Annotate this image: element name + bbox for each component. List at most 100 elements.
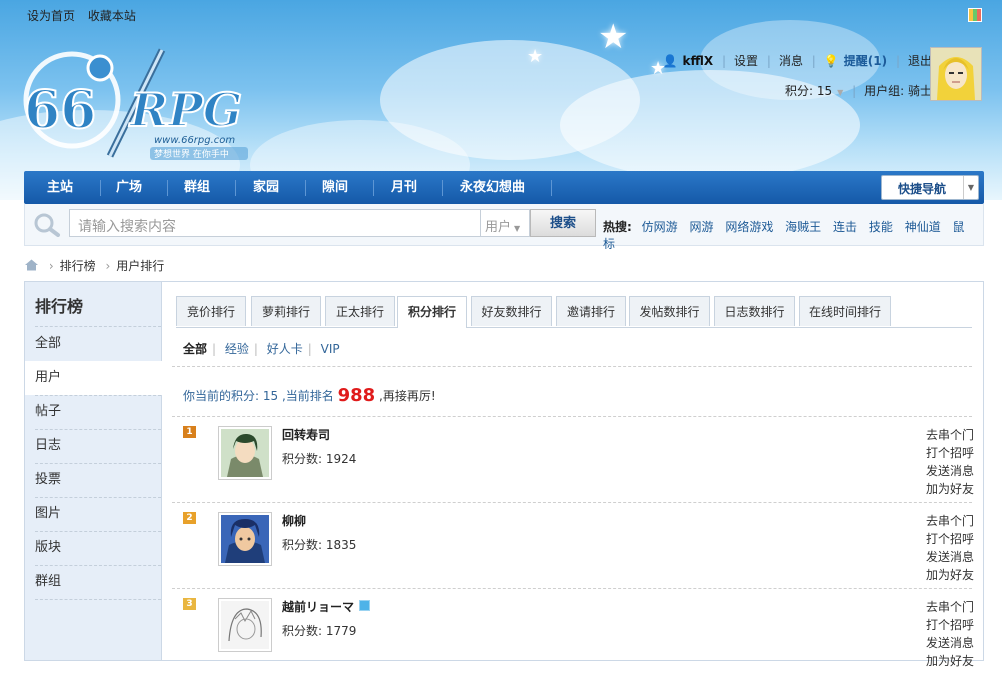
nav-item-home[interactable]: 家园 bbox=[253, 171, 279, 204]
bulb-icon: 💡 bbox=[823, 54, 839, 68]
username-link[interactable]: kfflX bbox=[683, 54, 714, 68]
sidebar-item-groups[interactable]: 群组 bbox=[25, 565, 162, 599]
avatar[interactable] bbox=[930, 47, 982, 101]
tab-points[interactable]: 积分排行 bbox=[397, 296, 467, 328]
hot-search-link[interactable]: 网游 bbox=[689, 220, 713, 234]
greet-link[interactable]: 打个招呼 bbox=[926, 616, 974, 634]
breadcrumb-user-ranking[interactable]: 用户排行 bbox=[116, 259, 164, 273]
hot-search-link[interactable]: 技能 bbox=[869, 220, 893, 234]
tab-online-time[interactable]: 在线时间排行 bbox=[799, 296, 891, 326]
chevron-right-icon: › bbox=[48, 259, 54, 273]
user-group: 用户组: 骑士 bbox=[864, 84, 932, 98]
user-name-link[interactable]: 柳柳 bbox=[282, 512, 306, 529]
quick-nav-button[interactable]: 快捷导航 ▼ bbox=[881, 175, 979, 200]
logout-link[interactable]: 退出 bbox=[908, 54, 932, 68]
hot-search-link[interactable]: 仿网游 bbox=[642, 220, 678, 234]
user-info: 👤 kfflX | 设置 | 消息 | 💡 提醒(1) | 退出 积分: 15 ▼ | 用户组:… bbox=[662, 54, 932, 98]
send-message-link[interactable]: 发送消息 bbox=[926, 548, 974, 566]
hot-search-label: 热搜: bbox=[603, 220, 632, 234]
send-message-link[interactable]: 发送消息 bbox=[926, 462, 974, 480]
user-score: 积分数: 1779 bbox=[282, 624, 357, 638]
add-friend-link[interactable]: 加为好友 bbox=[926, 480, 974, 498]
tab-invite[interactable]: 邀请排行 bbox=[556, 296, 626, 326]
chevron-down-icon: ▼ bbox=[837, 88, 844, 97]
user-score: 积分数: 1924 bbox=[282, 452, 357, 466]
user-avatar[interactable] bbox=[218, 426, 272, 480]
user-avatar[interactable] bbox=[218, 512, 272, 566]
hot-search: 热搜: 仿网游 网游 网络游戏 海贼王 连击 技能 神仙道 鼠标 bbox=[603, 218, 983, 252]
add-friend-link[interactable]: 加为好友 bbox=[926, 566, 974, 584]
chevron-right-icon: › bbox=[105, 259, 111, 273]
nav-item-monthly[interactable]: 月刊 bbox=[391, 171, 417, 204]
send-message-link[interactable]: 发送消息 bbox=[926, 634, 974, 652]
nav-item-plaza[interactable]: 广场 bbox=[116, 171, 142, 204]
visit-link[interactable]: 去串个门 bbox=[926, 426, 974, 444]
settings-link[interactable]: 设置 bbox=[734, 54, 758, 68]
user-actions: 去串个门 打个招呼 发送消息 加为好友 bbox=[926, 598, 974, 670]
bookmark-link[interactable]: 收藏本站 bbox=[88, 9, 136, 23]
subtab-exp[interactable]: 经验 bbox=[225, 342, 249, 356]
nav-item-main[interactable]: 主站 bbox=[47, 171, 73, 204]
remind-link[interactable]: 提醒(1) bbox=[844, 54, 887, 68]
subtab-all[interactable]: 全部 bbox=[183, 342, 207, 356]
user-avatar[interactable] bbox=[218, 598, 272, 652]
sidebar-item-all[interactable]: 全部 bbox=[25, 327, 162, 361]
user-name-link[interactable]: 越前リョーマ bbox=[282, 598, 371, 615]
rank-badge: 1 bbox=[183, 426, 196, 438]
greet-link[interactable]: 打个招呼 bbox=[926, 530, 974, 548]
set-home-link[interactable]: 设为首页 bbox=[27, 9, 75, 23]
svg-text:梦想世界 在你手中: 梦想世界 在你手中 bbox=[154, 148, 229, 160]
messages-link[interactable]: 消息 bbox=[779, 54, 803, 68]
sidebar-item-forums[interactable]: 版块 bbox=[25, 531, 162, 565]
visit-link[interactable]: 去串个门 bbox=[926, 598, 974, 616]
sidebar-item-blogs[interactable]: 日志 bbox=[25, 429, 162, 463]
chevron-down-icon: ▼ bbox=[963, 176, 978, 199]
rank-badge: 3 bbox=[183, 598, 196, 610]
hot-search-link[interactable]: 海贼王 bbox=[785, 220, 821, 234]
svg-text:66: 66 bbox=[24, 80, 96, 141]
user-icon: 👤 bbox=[662, 54, 678, 68]
sidebar-item-posts[interactable]: 帖子 bbox=[25, 395, 162, 429]
search-bar: 请输入搜索内容 用户 ▼ 搜索 热搜: 仿网游 网游 网络游戏 海贼王 连击 技能… bbox=[24, 204, 984, 251]
main-content: 竞价排行 萝莉排行 正太排行 积分排行 好友数排行 邀请排行 发帖数排行 日志数… bbox=[162, 281, 984, 668]
site-logo[interactable]: 66 RPG www.66rpg.com 梦想世界 在你手中 bbox=[22, 38, 272, 163]
vip-icon bbox=[359, 600, 371, 611]
sidebar-item-polls[interactable]: 投票 bbox=[25, 463, 162, 497]
subtab-vip[interactable]: VIP bbox=[321, 342, 340, 356]
subtab-goodcard[interactable]: 好人卡 bbox=[267, 342, 303, 356]
nav-item-fantasy[interactable]: 永夜幻想曲 bbox=[460, 171, 525, 204]
visit-link[interactable]: 去串个门 bbox=[926, 512, 974, 530]
add-friend-link[interactable]: 加为好友 bbox=[926, 652, 974, 670]
home-icon[interactable] bbox=[24, 259, 39, 271]
style-switch-icon[interactable] bbox=[968, 8, 982, 22]
list-item: 3 越前リョーマ 积分数: 1779 去串个门 打个招呼 发送消息 加为好友 bbox=[172, 588, 974, 674]
sidebar: 排行榜 全部 用户 帖子 日志 投票 图片 版块 群组 bbox=[24, 281, 163, 661]
sidebar-item-users[interactable]: 用户 bbox=[25, 361, 163, 395]
hot-search-link[interactable]: 神仙道 bbox=[905, 220, 941, 234]
tab-loli[interactable]: 萝莉排行 bbox=[251, 296, 321, 326]
search-type-select[interactable]: 用户 ▼ bbox=[480, 209, 530, 237]
ranking-tabs: 竞价排行 萝莉排行 正太排行 积分排行 好友数排行 邀请排行 发帖数排行 日志数… bbox=[176, 296, 972, 328]
user-name-link[interactable]: 回转寿司 bbox=[282, 426, 330, 443]
my-rank: 你当前的积分: 15 ,当前排名 988 ,再接再厉! bbox=[183, 385, 436, 406]
hot-search-link[interactable]: 连击 bbox=[833, 220, 857, 234]
nav-item-groups[interactable]: 群组 bbox=[184, 171, 210, 204]
breadcrumb-ranking[interactable]: 排行榜 bbox=[60, 259, 96, 273]
greet-link[interactable]: 打个招呼 bbox=[926, 444, 974, 462]
list-item: 2 柳柳 积分数: 1835 去串个门 打个招呼 发送消息 加为好友 bbox=[172, 502, 974, 588]
tab-blog-count[interactable]: 日志数排行 bbox=[714, 296, 795, 326]
breadcrumb: › 排行榜 › 用户排行 bbox=[24, 257, 164, 274]
svg-text:www.66rpg.com: www.66rpg.com bbox=[154, 135, 235, 146]
top-bar: 设为首页 收藏本站 bbox=[0, 0, 1002, 30]
tab-bid[interactable]: 竞价排行 bbox=[176, 296, 246, 326]
tab-post-count[interactable]: 发帖数排行 bbox=[629, 296, 710, 326]
nav-item-gap[interactable]: 隙间 bbox=[322, 171, 348, 204]
points-link[interactable]: 积分: 15 bbox=[785, 84, 832, 98]
search-button[interactable]: 搜索 bbox=[530, 209, 596, 237]
tab-shota[interactable]: 正太排行 bbox=[325, 296, 395, 326]
hot-search-link[interactable]: 网络游戏 bbox=[725, 220, 773, 234]
search-input[interactable]: 请输入搜索内容 bbox=[69, 209, 481, 237]
tab-friends[interactable]: 好友数排行 bbox=[471, 296, 552, 326]
user-actions: 去串个门 打个招呼 发送消息 加为好友 bbox=[926, 512, 974, 584]
sidebar-item-pictures[interactable]: 图片 bbox=[25, 497, 162, 531]
